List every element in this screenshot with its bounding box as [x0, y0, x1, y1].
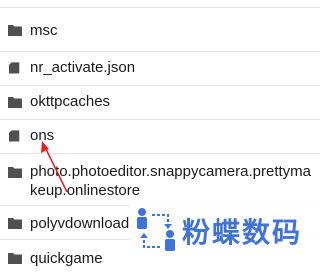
- folder-icon: [8, 167, 22, 178]
- list-item-ons[interactable]: ons: [0, 120, 320, 154]
- people-swap-icon: [137, 208, 175, 251]
- watermark: 粉蝶数码: [130, 197, 320, 271]
- folder-icon: [8, 253, 22, 264]
- item-name: ons: [30, 127, 55, 144]
- file-icon: [9, 130, 20, 142]
- list-item-nr-activate[interactable]: nr_activate.json: [0, 52, 320, 86]
- list-item-partial[interactable]: [0, 0, 320, 8]
- folder-icon: [8, 97, 22, 108]
- item-name: msc: [30, 22, 58, 39]
- file-icon: [9, 62, 20, 74]
- item-name: photo.photoeditor.snappycamera.prettymak…: [30, 163, 312, 199]
- folder-icon: [8, 218, 22, 229]
- list-item-msc[interactable]: msc: [0, 8, 320, 52]
- item-name: nr_activate.json: [30, 59, 136, 76]
- watermark-text: 粉蝶数码: [182, 216, 303, 249]
- item-name: okttpcaches: [30, 93, 111, 110]
- list-item-okttpcaches[interactable]: okttpcaches: [0, 86, 320, 120]
- folder-icon: [8, 25, 22, 36]
